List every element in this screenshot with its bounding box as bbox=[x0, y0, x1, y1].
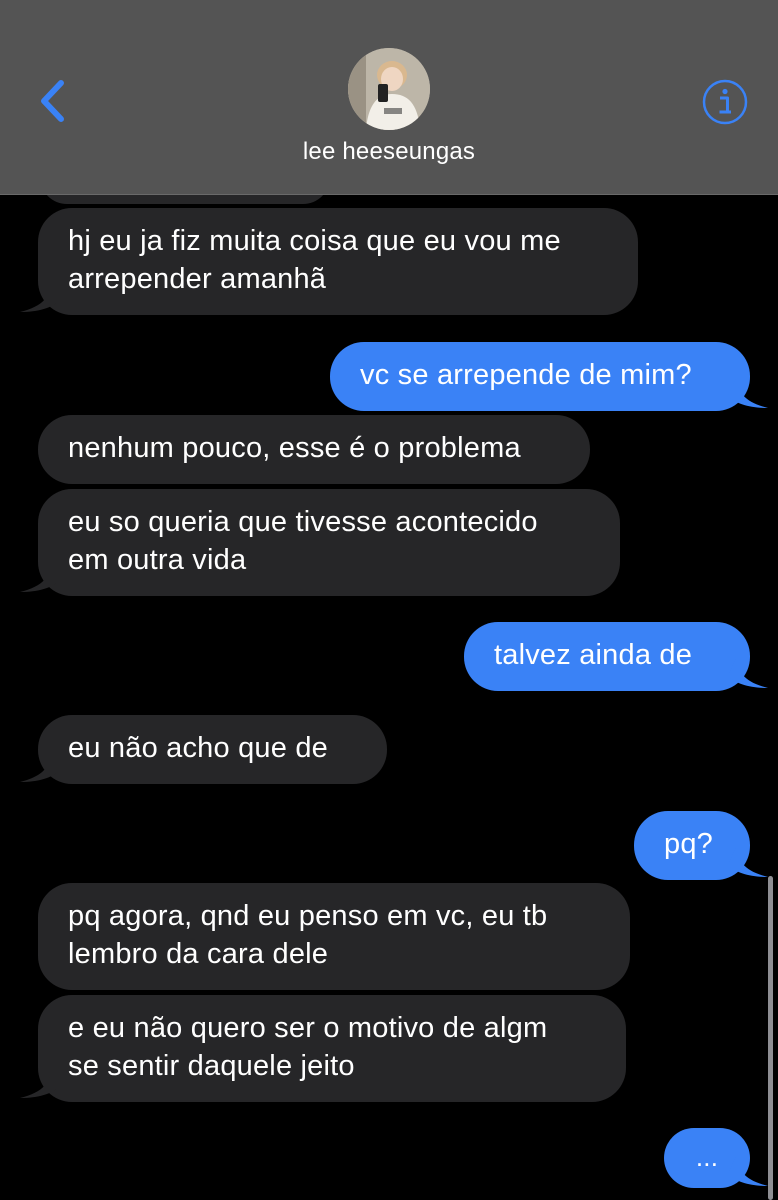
contact-name[interactable]: lee heeseungas bbox=[0, 138, 778, 166]
bubble-tail bbox=[20, 1068, 60, 1098]
bubble-tail bbox=[728, 847, 768, 877]
bubble-tail bbox=[728, 378, 768, 408]
avatar-photo bbox=[348, 48, 430, 130]
bubble-tail bbox=[728, 658, 768, 688]
info-circle-icon[interactable] bbox=[701, 78, 749, 126]
scrollbar[interactable] bbox=[768, 876, 773, 1200]
bubble-tail bbox=[20, 282, 60, 312]
received-message-bubble[interactable]: eu so queria que tivesse acontecido em o… bbox=[38, 489, 620, 596]
conversation-header: lee heeseungas bbox=[0, 0, 778, 195]
received-message-bubble[interactable]: nenhum pouco, esse é o problema bbox=[38, 415, 590, 484]
bubble-tail bbox=[728, 1156, 768, 1186]
received-message-bubble[interactable]: pq agora, qnd eu penso em vc, eu tb lemb… bbox=[38, 883, 630, 990]
sent-message-bubble[interactable]: talvez ainda de bbox=[464, 622, 750, 691]
sent-message-bubble[interactable]: vc se arrepende de mim? bbox=[330, 342, 750, 411]
bubble-tail bbox=[20, 752, 60, 782]
chevron-left-icon[interactable] bbox=[36, 78, 68, 124]
received-message-bubble[interactable]: eu não acho que de bbox=[38, 715, 387, 784]
received-message-bubble[interactable]: e eu não quero ser o motivo de algm se s… bbox=[38, 995, 626, 1102]
received-message-bubble[interactable]: hj eu ja fiz muita coisa que eu vou me a… bbox=[38, 208, 638, 315]
avatar[interactable] bbox=[348, 48, 430, 130]
bubble-tail bbox=[20, 562, 60, 592]
